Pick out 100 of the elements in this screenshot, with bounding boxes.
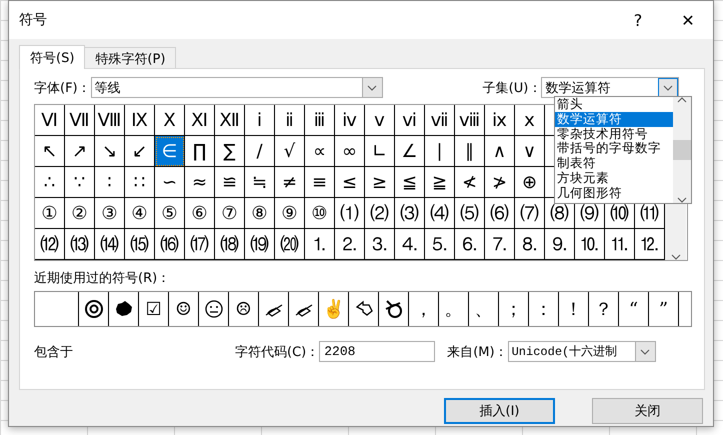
symbol-cell[interactable]: ⅴ: [365, 105, 395, 136]
symbol-cell[interactable]: ⑤: [155, 198, 185, 229]
symbol-cell[interactable]: ⑿: [35, 229, 65, 260]
symbol-cell[interactable]: ⒂: [125, 229, 155, 260]
symbol-cell[interactable]: ≧: [425, 167, 455, 198]
symbol-cell[interactable]: Ⅶ: [65, 105, 95, 136]
symbol-cell[interactable]: ⒆: [245, 229, 275, 260]
symbol-cell[interactable]: ⒒: [605, 229, 635, 260]
symbol-cell[interactable]: ②: [65, 198, 95, 229]
symbol-cell[interactable]: ⅷ: [455, 105, 485, 136]
symbol-cell[interactable]: ⑥: [185, 198, 215, 229]
symbol-cell[interactable]: ∴: [35, 167, 65, 198]
symbol-cell[interactable]: ⑹: [485, 198, 515, 229]
font-dropdown[interactable]: 等线: [90, 77, 383, 98]
symbol-cell[interactable]: ⒑: [575, 229, 605, 260]
symbol-cell[interactable]: ⒄: [185, 229, 215, 260]
symbol-cell[interactable]: ↘: [95, 136, 125, 167]
symbol-cell[interactable]: ⅹ: [515, 105, 545, 136]
symbol-cell[interactable]: ∣: [425, 136, 455, 167]
tab[interactable]: 符号(S): [19, 45, 86, 69]
symbol-cell[interactable]: ⑩: [305, 198, 335, 229]
symbol-cell[interactable]: ⅶ: [425, 105, 455, 136]
symbol-cell[interactable]: Ⅺ: [185, 105, 215, 136]
symbol-cell[interactable]: ⅱ: [275, 105, 305, 136]
symbol-cell[interactable]: ↖: [35, 136, 65, 167]
symbol-cell[interactable]: ≒: [245, 167, 275, 198]
from-dropdown[interactable]: Unicode(十六进制: [508, 341, 656, 362]
recent-symbol[interactable]: ！: [564, 297, 582, 321]
symbol-cell[interactable]: ⒏: [515, 229, 545, 260]
symbol-cell[interactable]: ⑺: [515, 198, 545, 229]
tab[interactable]: 特殊字符(P): [84, 47, 176, 69]
help-button[interactable]: ?: [613, 1, 663, 39]
symbol-cell[interactable]: ⑧: [245, 198, 275, 229]
symbol-cell[interactable]: ⒐: [545, 229, 575, 260]
symbol-cell[interactable]: ∏: [185, 136, 215, 167]
symbol-cell[interactable]: ⒍: [455, 229, 485, 260]
subset-option[interactable]: 数学运算符: [555, 112, 673, 127]
symbol-cell[interactable]: ⅳ: [335, 105, 365, 136]
recent-symbol[interactable]: ☑: [146, 298, 162, 320]
symbol-cell[interactable]: ⅵ: [395, 105, 425, 136]
insert-button[interactable]: 插入(I): [444, 398, 555, 424]
symbol-cell[interactable]: ≥: [365, 167, 395, 198]
subset-option[interactable]: 箭头: [555, 97, 673, 112]
symbol-cell[interactable]: ↗: [65, 136, 95, 167]
symbol-cell[interactable]: ∑: [215, 136, 245, 167]
symbol-cell[interactable]: ⒁: [95, 229, 125, 260]
subset-option[interactable]: 制表符: [555, 156, 673, 171]
recent-symbol[interactable]: ？: [594, 297, 612, 321]
symbol-cell[interactable]: ≡: [305, 167, 335, 198]
subset-option[interactable]: 方块元素: [555, 170, 673, 186]
symbol-cell[interactable]: ≮: [455, 167, 485, 198]
symbol-cell[interactable]: ⒃: [155, 229, 185, 260]
symbol-cell[interactable]: ∠: [395, 136, 425, 167]
subset-option[interactable]: 带括号的字母数字: [555, 141, 673, 156]
symbol-cell[interactable]: ⒊: [365, 229, 395, 260]
symbol-cell[interactable]: Ⅹ: [155, 105, 185, 136]
symbol-cell[interactable]: ≌: [215, 167, 245, 198]
symbol-cell[interactable]: ↙: [125, 136, 155, 167]
symbol-cell[interactable]: ∝: [305, 136, 335, 167]
char-code-field[interactable]: 2208: [319, 341, 436, 362]
subset-option[interactable]: 零杂技术用符号: [555, 126, 673, 142]
symbol-cell[interactable]: ⒇: [275, 229, 305, 260]
symbol-cell[interactable]: ∞: [335, 136, 365, 167]
subset-dropdown[interactable]: 数学运算符: [541, 77, 680, 98]
symbol-cell[interactable]: ⑷: [425, 198, 455, 229]
symbol-cell[interactable]: Ⅵ: [35, 105, 65, 136]
symbol-cell[interactable]: ≈: [185, 167, 215, 198]
symbol-cell[interactable]: ⑦: [215, 198, 245, 229]
close-button[interactable]: ✕: [663, 1, 713, 39]
symbol-cell[interactable]: ⒉: [335, 229, 365, 260]
symbol-cell[interactable]: ⒀: [65, 229, 95, 260]
recent-symbol[interactable]: ☹: [235, 298, 252, 320]
symbol-cell[interactable]: ⒈: [305, 229, 335, 260]
symbol-cell[interactable]: ∨: [515, 136, 545, 167]
close-dialog-button[interactable]: 关闭: [592, 398, 703, 424]
symbol-cell[interactable]: ∟: [365, 136, 395, 167]
symbol-cell[interactable]: ∽: [155, 167, 185, 198]
symbol-cell[interactable]: ①: [35, 198, 65, 229]
symbol-cell[interactable]: Ⅷ: [95, 105, 125, 136]
subset-option[interactable]: 几何图形符: [555, 186, 673, 201]
recent-symbol[interactable]: “: [628, 298, 638, 320]
symbol-cell[interactable]: ⒋: [395, 229, 425, 260]
symbol-cell[interactable]: Ⅸ: [125, 105, 155, 136]
recent-symbol[interactable]: 、: [474, 297, 492, 321]
recent-symbol[interactable]: ，: [414, 297, 432, 321]
recent-symbol[interactable]: ；: [504, 297, 522, 321]
symbol-cell[interactable]: Ⅻ: [215, 105, 245, 136]
recent-symbol[interactable]: ：: [534, 297, 552, 321]
symbol-cell[interactable]: ∈: [155, 136, 185, 167]
symbol-cell[interactable]: ⊕: [515, 167, 545, 198]
symbol-cell[interactable]: ⅸ: [485, 105, 515, 136]
symbol-cell[interactable]: ⑴: [335, 198, 365, 229]
symbol-cell[interactable]: ≦: [395, 167, 425, 198]
symbol-cell[interactable]: ≤: [335, 167, 365, 198]
symbol-cell[interactable]: ⑶: [395, 198, 425, 229]
symbol-cell[interactable]: ⒅: [215, 229, 245, 260]
symbol-cell[interactable]: ⅰ: [245, 105, 275, 136]
symbol-cell[interactable]: ≯: [485, 167, 515, 198]
symbol-cell[interactable]: ⒎: [485, 229, 515, 260]
symbol-cell[interactable]: ⑸: [455, 198, 485, 229]
